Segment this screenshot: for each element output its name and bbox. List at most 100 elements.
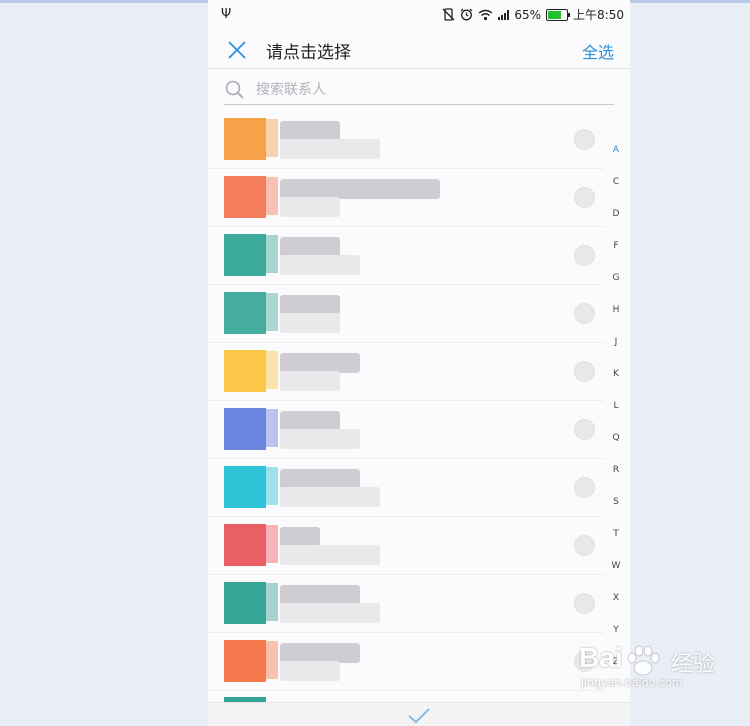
contact-name-obscured <box>280 295 340 315</box>
contact-list <box>208 111 604 691</box>
close-button[interactable] <box>222 35 252 65</box>
index-letter[interactable]: H <box>606 300 626 332</box>
avatar-blur-edge <box>264 525 278 563</box>
close-icon <box>228 41 246 59</box>
header: 请点击选择 全选 <box>208 30 630 69</box>
index-letter[interactable]: F <box>606 236 626 268</box>
avatar-blur-edge <box>264 641 278 679</box>
battery-icon <box>546 8 571 21</box>
avatar-blur-edge <box>264 467 278 505</box>
contact-detail-obscured <box>280 139 380 159</box>
status-time: 上午8:50 <box>573 8 624 22</box>
contact-select-radio[interactable] <box>574 477 595 498</box>
contact-row[interactable] <box>208 517 604 575</box>
index-letter[interactable]: G <box>606 268 626 300</box>
vibrate-off-icon <box>442 8 455 21</box>
contact-detail-obscured <box>280 197 340 217</box>
contact-avatar <box>224 408 266 450</box>
index-letter[interactable]: R <box>606 460 626 492</box>
contact-row[interactable] <box>208 633 604 691</box>
contact-detail-obscured <box>280 487 380 507</box>
contact-row[interactable] <box>208 401 604 459</box>
index-letter[interactable]: Q <box>606 428 626 460</box>
alphabet-index[interactable]: ACDFGHJKLQRSTWXYZ <box>606 140 626 684</box>
index-letter[interactable]: D <box>606 204 626 236</box>
contact-avatar <box>224 118 266 160</box>
index-letter[interactable]: W <box>606 556 626 588</box>
search-input[interactable] <box>254 78 608 102</box>
contact-avatar <box>224 234 266 276</box>
watermark-logo: Bai <box>579 642 623 673</box>
baidu-watermark: Bai 经验 jingyan.baidu.com <box>573 638 733 696</box>
phone-screen: Ψ 65% 上午8:50 请点击选择 全选 搜索联系人 A C D F G H … <box>208 0 630 726</box>
index-letter[interactable]: A <box>606 140 626 172</box>
contact-name-obscured <box>280 353 360 373</box>
bottom-bar <box>208 702 630 726</box>
contact-name-obscured <box>280 411 340 431</box>
contact-name-obscured <box>280 585 360 605</box>
contact-select-radio[interactable] <box>574 129 595 150</box>
search-bar <box>224 76 614 105</box>
contact-select-radio[interactable] <box>574 535 595 556</box>
index-letter[interactable]: C <box>606 172 626 204</box>
contact-select-radio[interactable] <box>574 361 595 382</box>
status-icons: 65% 上午8:50 <box>442 6 624 23</box>
contact-select-radio[interactable] <box>574 187 595 208</box>
index-letter[interactable]: X <box>606 588 626 620</box>
avatar-blur-edge <box>264 583 278 621</box>
contact-row[interactable] <box>208 575 604 633</box>
contact-row[interactable] <box>208 285 604 343</box>
contact-detail-obscured <box>280 545 380 565</box>
contact-row[interactable] <box>208 111 604 169</box>
contact-name-obscured <box>280 179 440 199</box>
search-icon <box>225 80 244 99</box>
index-letter[interactable]: T <box>606 524 626 556</box>
select-all-button[interactable]: 全选 <box>582 39 614 63</box>
contact-detail-obscured <box>280 429 360 449</box>
contact-detail-obscured <box>280 603 380 623</box>
watermark-url: jingyan.baidu.com <box>581 676 683 689</box>
contact-avatar <box>224 466 266 508</box>
paw-icon <box>627 645 660 676</box>
avatar-blur-edge <box>264 293 278 331</box>
contact-row[interactable] <box>208 459 604 517</box>
avatar-blur-edge <box>264 351 278 389</box>
contact-select-radio[interactable] <box>574 419 595 440</box>
contact-avatar <box>224 582 266 624</box>
contact-row[interactable] <box>208 227 604 285</box>
contact-name-obscured <box>280 237 340 257</box>
contact-detail-obscured <box>280 313 340 333</box>
contact-row[interactable] <box>208 343 604 401</box>
contact-select-radio[interactable] <box>574 593 595 614</box>
contact-detail-obscured <box>280 371 340 391</box>
battery-percent: 65% <box>514 7 542 22</box>
contact-select-radio[interactable] <box>574 303 595 324</box>
index-letter[interactable]: J <box>606 332 626 364</box>
contact-name-obscured <box>280 527 320 547</box>
contact-name-obscured <box>280 643 360 663</box>
contact-detail-obscured <box>280 255 360 275</box>
checkmark-icon[interactable] <box>407 707 431 725</box>
index-letter[interactable]: L <box>606 396 626 428</box>
index-letter[interactable]: K <box>606 364 626 396</box>
contact-avatar <box>224 640 266 682</box>
signal-icon <box>498 9 510 20</box>
avatar-blur-edge <box>264 409 278 447</box>
alarm-icon <box>460 8 473 21</box>
page-title: 请点击选择 <box>266 43 351 63</box>
index-letter[interactable]: S <box>606 492 626 524</box>
contact-detail-obscured <box>280 661 340 681</box>
contact-name-obscured <box>280 121 340 141</box>
contact-row[interactable] <box>208 169 604 227</box>
contact-avatar <box>224 350 266 392</box>
avatar-blur-edge <box>264 119 278 157</box>
wifi-icon <box>478 9 493 20</box>
contact-select-radio[interactable] <box>574 245 595 266</box>
status-bar: Ψ 65% 上午8:50 <box>208 0 630 30</box>
contact-avatar <box>224 292 266 334</box>
usb-icon: Ψ <box>221 7 232 22</box>
contact-avatar <box>224 176 266 218</box>
watermark-brand: 经验 <box>671 652 716 677</box>
contact-name-obscured <box>280 469 360 489</box>
contact-avatar <box>224 524 266 566</box>
